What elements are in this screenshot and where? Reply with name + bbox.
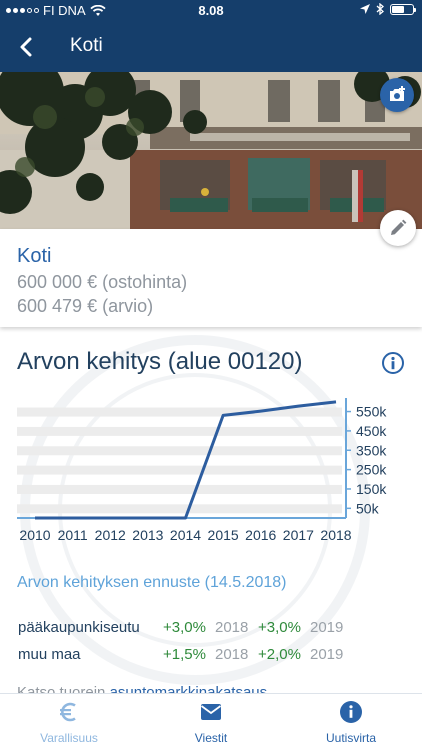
- x-tick-label: 2014: [170, 527, 201, 543]
- forecast-region: pääkaupunkiseutu: [18, 619, 140, 636]
- x-tick-label: 2011: [58, 527, 88, 543]
- grid-band: [17, 426, 342, 436]
- y-tick-label: 350k: [356, 442, 387, 458]
- y-tick-label: 150k: [356, 481, 387, 497]
- edit-property-button[interactable]: [380, 210, 416, 246]
- forecast-change-2019: +3,0%: [258, 619, 301, 636]
- estimated-value: 600 479 € (arvio): [17, 296, 154, 316]
- mail-icon: [200, 704, 222, 720]
- grid-band: [17, 484, 342, 494]
- location-arrow-icon: [360, 4, 370, 14]
- x-tick-label: 2012: [95, 527, 126, 543]
- forecast-title: Arvon kehityksen ennuste (14.5.2018): [17, 574, 287, 591]
- tab-label: Varallisuus: [40, 731, 98, 745]
- status-time: 8.08: [198, 3, 224, 18]
- value-info-button[interactable]: [382, 352, 404, 374]
- tab-uutisvirta[interactable]: Uutisvirta: [291, 700, 411, 745]
- x-tick-label: 2018: [320, 527, 351, 543]
- y-tick-label: 550k: [356, 404, 387, 420]
- y-tick-label: 250k: [356, 462, 387, 478]
- info-icon: [391, 356, 395, 370]
- grid-band: [17, 446, 342, 456]
- grid-band: [17, 407, 342, 417]
- status-right: [360, 3, 416, 15]
- value-trend-title: Arvon kehitys (alue 00120): [17, 348, 303, 375]
- x-tick-label: 2015: [208, 527, 239, 543]
- euro-icon: [60, 702, 76, 722]
- property-photo: [0, 72, 422, 229]
- forecast-change-2018: +1,5%: [163, 646, 206, 663]
- tab-label: Viestit: [194, 731, 228, 745]
- y-tick-label: 50k: [356, 500, 380, 516]
- forecast-year: 2018: [215, 646, 249, 663]
- back-button[interactable]: [12, 32, 42, 62]
- x-tick-label: 2017: [283, 527, 314, 543]
- y-tick-label: 450k: [356, 423, 387, 439]
- forecast-change-2019: +2,0%: [258, 646, 301, 663]
- forecast-year: 2019: [310, 619, 344, 636]
- status-bar: FI DNA 8.08: [0, 0, 422, 22]
- tab-viestit[interactable]: Viestit: [151, 700, 271, 745]
- app-header: Koti: [0, 22, 422, 72]
- forecast-year: 2019: [310, 646, 344, 663]
- forecast-change-2018: +3,0%: [163, 619, 206, 636]
- property-name: Koti: [17, 245, 52, 267]
- add-photo-button[interactable]: [380, 78, 414, 112]
- forecast-region: muu maa: [18, 646, 81, 663]
- tab-varallisuus[interactable]: Varallisuus: [9, 700, 129, 745]
- grid-band: [17, 465, 342, 475]
- bluetooth-icon: [376, 3, 384, 15]
- info-icon: [340, 701, 362, 723]
- value-series-line: [35, 400, 337, 520]
- pencil-icon: [391, 219, 407, 235]
- purchase-price: 600 000 € (ostohinta): [17, 272, 188, 292]
- add-camera-icon: [390, 86, 405, 101]
- value-trend-chart: 550k 450k 350k 250k 150k 50k 2010 2011 2012 2013 2…: [17, 398, 387, 543]
- grid-band: [17, 504, 342, 514]
- property-summary: Koti 600 000 € (ostohinta) 600 479 € (ar…: [0, 229, 422, 327]
- chevron-left-icon: [20, 37, 32, 57]
- battery-icon: [390, 3, 416, 15]
- header-title: Koti: [70, 35, 103, 56]
- forecast-year: 2018: [215, 619, 249, 636]
- x-tick-label: 2013: [132, 527, 163, 543]
- bottom-tab-bar: Varallisuus Viestit Uutisvirta: [0, 693, 422, 750]
- x-tick-label: 2016: [245, 527, 276, 543]
- tab-label: Uutisvirta: [325, 731, 376, 745]
- x-tick-label: 2010: [19, 527, 50, 543]
